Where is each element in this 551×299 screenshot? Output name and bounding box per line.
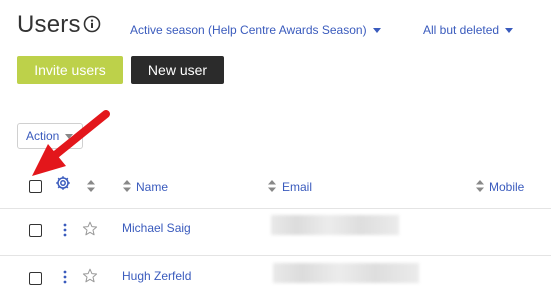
kebab-menu-icon[interactable]	[63, 223, 67, 237]
user-name-link[interactable]: Hugh Zerfeld	[122, 269, 191, 283]
user-name-link[interactable]: Michael Saig	[122, 221, 191, 235]
star-outline-icon[interactable]	[82, 268, 98, 284]
page-title: Users	[17, 11, 81, 38]
sort-arrows-icon[interactable]	[476, 180, 484, 192]
row-divider	[0, 255, 551, 256]
column-header-email[interactable]: Email	[282, 180, 312, 194]
row-checkbox[interactable]	[29, 272, 42, 285]
sort-arrows-icon[interactable]	[268, 180, 276, 192]
chevron-down-icon	[372, 27, 381, 33]
chevron-down-icon	[505, 27, 514, 33]
email-redacted	[273, 263, 419, 283]
info-icon[interactable]	[83, 15, 101, 33]
row-checkbox[interactable]	[29, 224, 42, 237]
sort-arrows-icon[interactable]	[123, 180, 131, 192]
status-filter-label: All but deleted	[423, 23, 500, 37]
season-filter-label: Active season (Help Centre Awards Season…	[130, 23, 367, 37]
red-arrow-icon	[32, 110, 110, 176]
column-header-name[interactable]: Name	[136, 180, 168, 194]
kebab-menu-icon[interactable]	[63, 270, 67, 284]
new-user-button[interactable]: New user	[131, 56, 224, 84]
column-header-mobile[interactable]: Mobile	[489, 180, 524, 194]
invite-users-button[interactable]: Invite users	[17, 56, 123, 84]
star-outline-icon[interactable]	[82, 221, 98, 237]
season-filter-dropdown[interactable]: Active season (Help Centre Awards Season…	[130, 22, 381, 38]
status-filter-dropdown[interactable]: All but deleted	[423, 22, 514, 38]
email-redacted	[271, 215, 399, 235]
header-divider	[0, 208, 551, 209]
